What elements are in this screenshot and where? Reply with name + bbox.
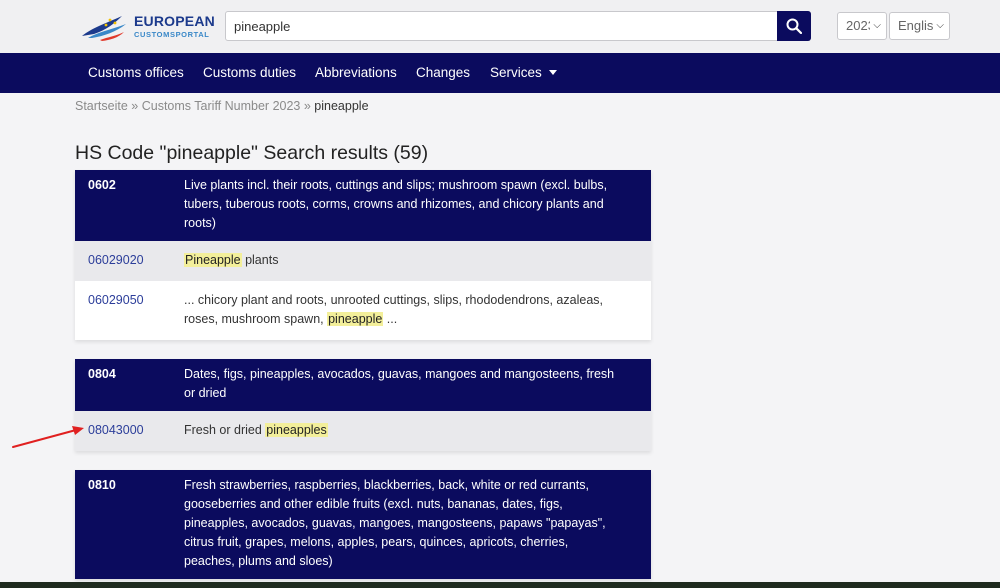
result-description: Pineapple plants (184, 251, 651, 270)
chevron-down-icon: ⌵ (873, 20, 881, 31)
result-row[interactable]: 08043000 Fresh or dried pineapples (75, 411, 651, 451)
heading-description: Fresh strawberries, raspberries, blackbe… (184, 478, 606, 568)
search-icon (786, 18, 802, 34)
nav-services-label: Services (490, 65, 542, 80)
nav-changes[interactable]: Changes (416, 65, 470, 80)
page-title: HS Code "pineapple" Search results (59) (75, 142, 429, 164)
result-group: 0602 Live plants incl. their roots, cutt… (75, 170, 651, 340)
breadcrumb-tariff[interactable]: Customs Tariff Number 2023 (142, 99, 301, 113)
nav-customs-duties[interactable]: Customs duties (203, 65, 296, 80)
heading-code: 0804 (88, 367, 116, 381)
search-button[interactable] (777, 11, 811, 41)
desc-text: plants (241, 253, 279, 267)
nav-services[interactable]: Services (490, 65, 557, 80)
breadcrumb-separator: » (131, 99, 139, 113)
result-group: 0810 Fresh strawberries, raspberries, bl… (75, 470, 651, 579)
heading-description: Live plants incl. their roots, cuttings … (184, 178, 608, 230)
chevron-down-icon: ⌵ (936, 20, 944, 31)
search-highlight: pineapple (327, 312, 384, 326)
heading-code: 0810 (88, 478, 116, 492)
result-description: ... chicory plant and roots, unrooted cu… (184, 291, 651, 329)
nav-customs-offices[interactable]: Customs offices (88, 65, 184, 80)
logo-bird-icon (82, 16, 126, 41)
breadcrumb-separator: » (303, 99, 311, 113)
hs-code-link[interactable]: 06029020 (75, 251, 184, 270)
year-select[interactable]: 2023 ⌵ (837, 12, 887, 40)
result-description: Fresh or dried pineapples (184, 421, 651, 440)
breadcrumb-current: pineapple (314, 99, 369, 113)
nav-abbreviations[interactable]: Abbreviations (315, 65, 397, 80)
caret-down-icon (548, 70, 557, 75)
heading-row: 0602 Live plants incl. their roots, cutt… (75, 170, 651, 241)
header: EUROPEAN CUSTOMSPORTAL 2023 ⌵ English ⌵ (0, 0, 1000, 53)
hs-code-link[interactable]: 08043000 (75, 421, 184, 440)
logo-title: EUROPEAN (134, 13, 215, 29)
heading-code: 0602 (88, 178, 116, 192)
search-highlight: Pineapple (184, 253, 242, 267)
results-list: 0602 Live plants incl. their roots, cutt… (75, 170, 651, 588)
bottom-strip (0, 582, 1000, 588)
breadcrumb: Startseite » Customs Tariff Number 2023 … (75, 99, 369, 113)
site-logo[interactable]: EUROPEAN CUSTOMSPORTAL (80, 8, 215, 44)
search-input[interactable] (226, 12, 778, 40)
heading-description: Dates, figs, pineapples, avocados, guava… (184, 367, 615, 400)
logo-subtitle: CUSTOMSPORTAL (134, 30, 210, 39)
result-group: 0804 Dates, figs, pineapples, avocados, … (75, 359, 651, 451)
breadcrumb-home[interactable]: Startseite (75, 99, 128, 113)
desc-text: ... (383, 312, 398, 326)
heading-row: 0804 Dates, figs, pineapples, avocados, … (75, 359, 651, 411)
heading-row: 0810 Fresh strawberries, raspberries, bl… (75, 470, 651, 579)
language-select[interactable]: English ⌵ (889, 12, 950, 40)
result-row[interactable]: 06029050 ... chicory plant and roots, un… (75, 281, 651, 340)
year-select-value: 2023 (846, 18, 870, 33)
result-row[interactable]: 06029020 Pineapple plants (75, 241, 651, 281)
hs-code-link[interactable]: 06029050 (75, 291, 184, 329)
language-select-value: English (898, 18, 934, 33)
annotation-arrow-icon (12, 426, 84, 448)
search-box (225, 11, 811, 41)
desc-text: Fresh or dried (184, 423, 266, 437)
main-nav: Customs offices Customs duties Abbreviat… (0, 53, 1000, 93)
search-highlight: pineapples (265, 423, 328, 437)
